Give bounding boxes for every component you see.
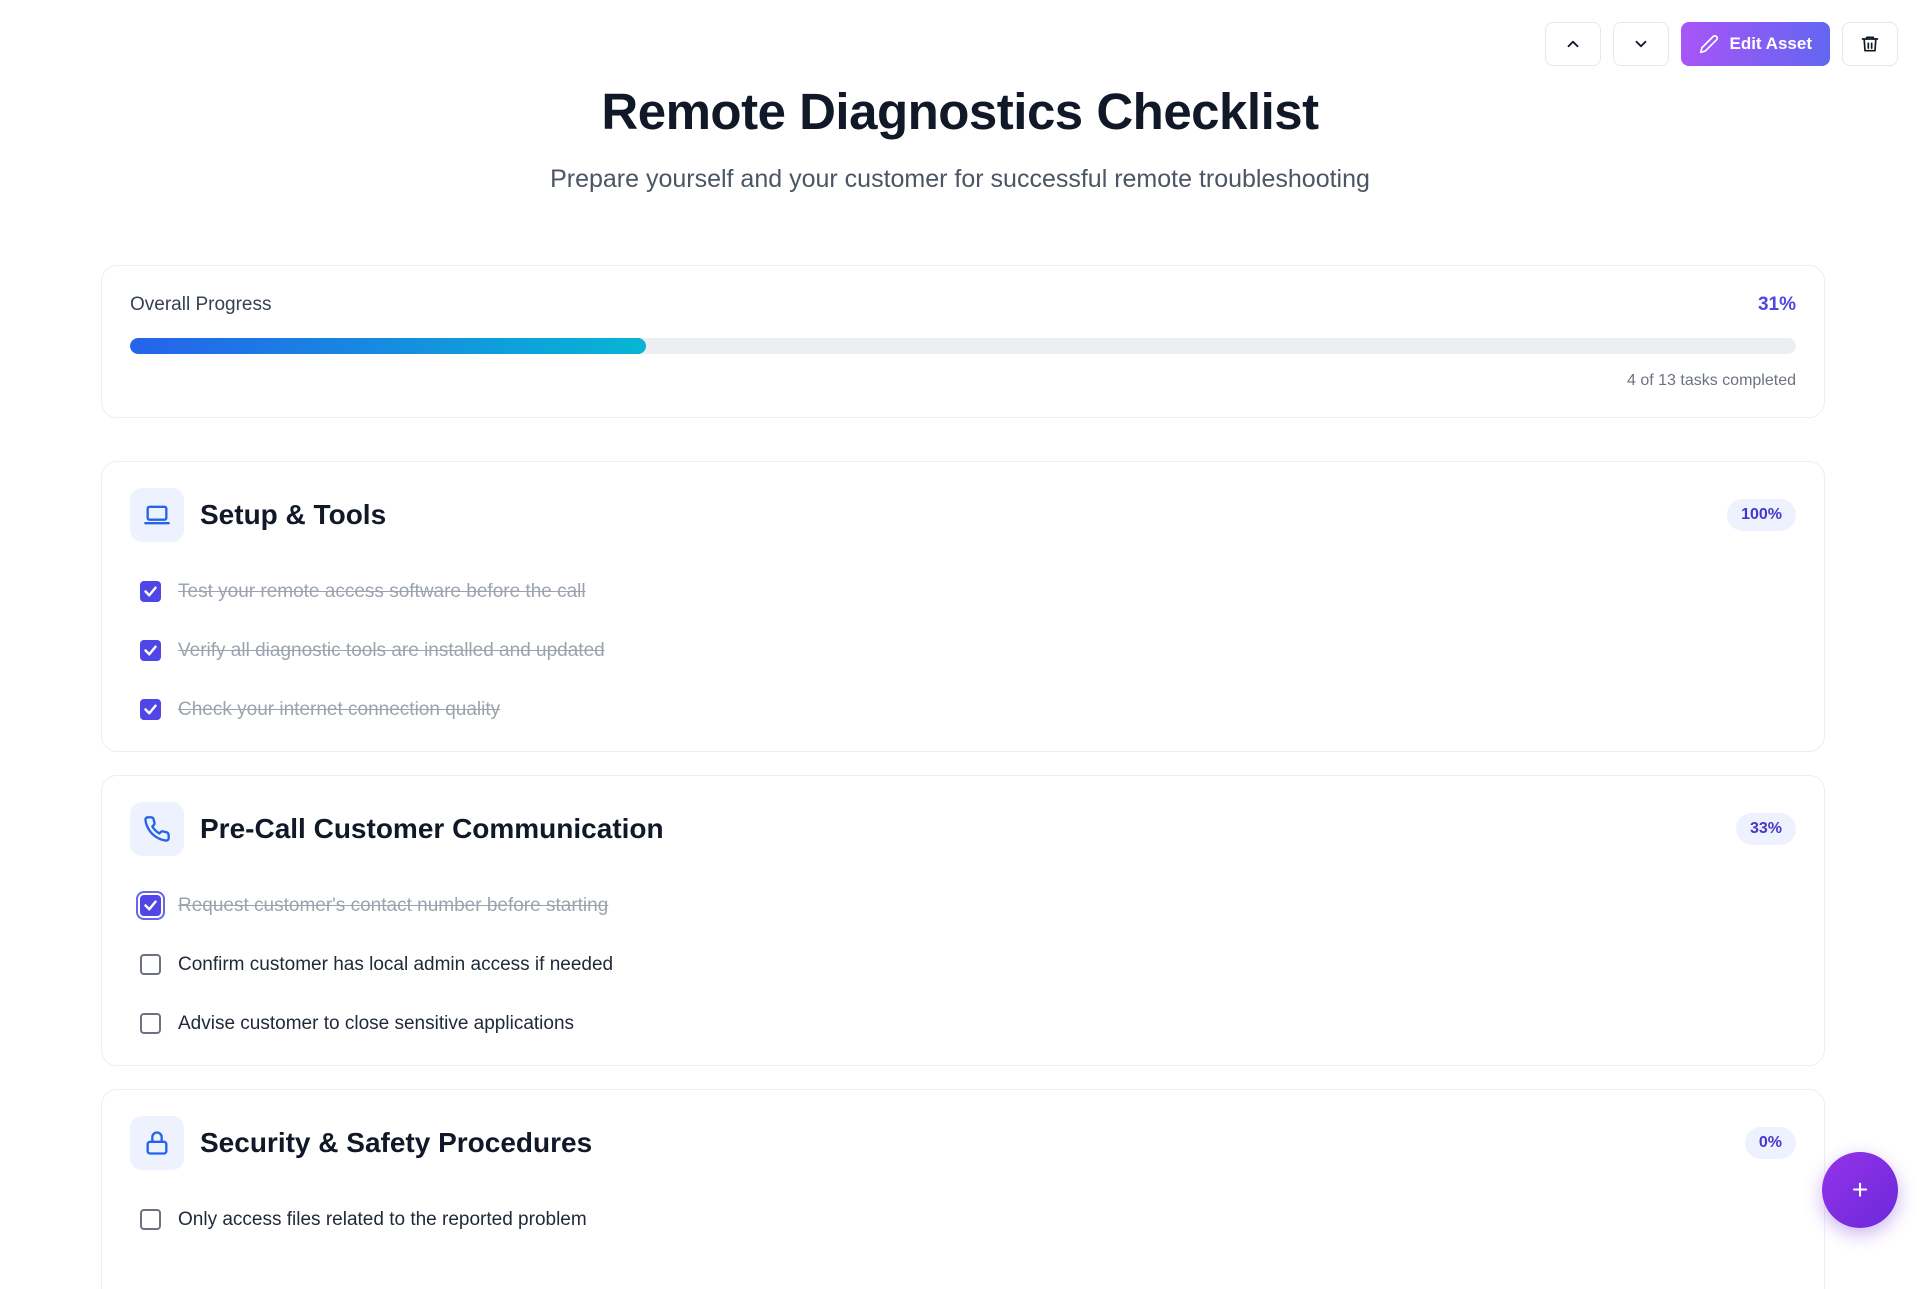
checkbox[interactable] — [140, 699, 161, 720]
checklist-item-label: Request customer's contact number before… — [178, 894, 609, 916]
overall-progress-card: Overall Progress 31% 4 of 13 tasks compl… — [101, 265, 1825, 418]
lock-icon — [130, 1116, 184, 1170]
checklist-item[interactable]: Only access files related to the reporte… — [130, 1190, 1796, 1249]
phone-icon — [130, 802, 184, 856]
checkbox[interactable] — [140, 640, 161, 661]
toolbar: Edit Asset — [1545, 22, 1898, 66]
section-title: Pre-Call Customer Communication — [200, 813, 664, 844]
page-subtitle: Prepare yourself and your customer for s… — [550, 165, 1370, 193]
add-item-button[interactable]: + — [1822, 1152, 1898, 1228]
chevron-down-icon — [1636, 40, 1647, 48]
move-up-button[interactable] — [1545, 22, 1602, 66]
checklist-item-label: Confirm customer has local admin access … — [178, 953, 614, 975]
checkbox[interactable] — [140, 895, 161, 916]
checklist-item-label: Advise customer to close sensitive appli… — [178, 1012, 575, 1034]
edit-asset-label: Edit Asset — [1729, 34, 1812, 53]
checklist-item[interactable]: Confirm customer has local admin access … — [130, 935, 1796, 994]
section-progress-badge: 100% — [1727, 499, 1796, 531]
pencil-icon — [1700, 35, 1719, 54]
checklist-item-label: Only access files related to the reporte… — [178, 1208, 587, 1230]
plus-icon: + — [1851, 1174, 1869, 1205]
checklist-item-label: Verify all diagnostic tools are installe… — [178, 639, 605, 661]
checklist-item[interactable]: Advise customer to close sensitive appli… — [130, 994, 1796, 1053]
progress-count: 4 of 13 tasks completed — [1627, 372, 1796, 389]
checklist-item[interactable]: Check your internet connection quality — [130, 680, 1796, 739]
chevron-up-icon — [1568, 40, 1579, 48]
checklist-item[interactable]: Test your remote access software before … — [130, 562, 1796, 621]
section-setup-tools: Setup & Tools 100% Test your remote acce… — [101, 461, 1825, 752]
check-icon — [144, 586, 157, 597]
checkbox[interactable] — [140, 1209, 161, 1230]
checklist-item-label: Check your internet connection quality — [178, 698, 501, 720]
page-title: Remote Diagnostics Checklist — [601, 83, 1319, 140]
progress-label: Overall Progress — [130, 294, 272, 315]
section-title: Setup & Tools — [200, 499, 387, 530]
move-down-button[interactable] — [1613, 22, 1670, 66]
progress-bar-fill — [130, 338, 647, 354]
section-progress-badge: 33% — [1735, 813, 1796, 845]
checkbox[interactable] — [140, 954, 161, 975]
edit-asset-button[interactable]: Edit Asset — [1681, 22, 1830, 66]
checklist-item[interactable]: Request customer's contact number before… — [130, 876, 1796, 935]
check-icon — [144, 900, 157, 911]
trash-icon — [1861, 36, 1879, 52]
checklist-item-label: Test your remote access software before … — [178, 580, 586, 602]
checkbox[interactable] — [140, 1013, 161, 1034]
progress-percent: 31% — [1757, 294, 1796, 315]
section-pre-call-communication: Pre-Call Customer Communication 33% Requ… — [101, 775, 1825, 1066]
checklist-item[interactable]: Verify all diagnostic tools are installe… — [130, 621, 1796, 680]
section-progress-badge: 0% — [1744, 1127, 1796, 1159]
section-title: Security & Safety Procedures — [200, 1127, 593, 1158]
check-icon — [144, 645, 157, 656]
checkbox[interactable] — [140, 581, 161, 602]
delete-button[interactable] — [1842, 22, 1898, 66]
section-security-safety: Security & Safety Procedures 0% Only acc… — [101, 1089, 1825, 1289]
progress-bar — [130, 338, 1796, 354]
laptop-icon — [130, 488, 184, 542]
check-icon — [144, 704, 157, 715]
